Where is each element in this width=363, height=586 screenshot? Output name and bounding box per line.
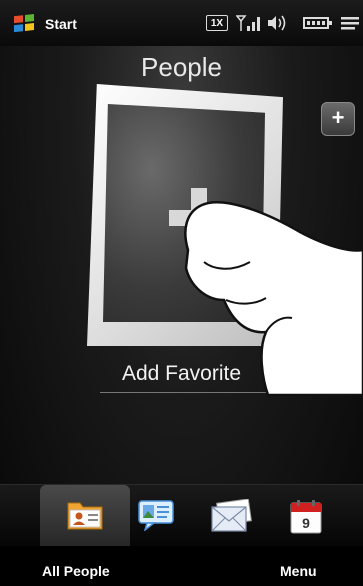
- tab-email[interactable]: [210, 499, 254, 533]
- tab-all-people[interactable]: [40, 485, 130, 547]
- label-divider: [100, 392, 270, 393]
- tab-messages[interactable]: [137, 499, 177, 531]
- battery-icon[interactable]: [303, 17, 332, 29]
- menu-lines-icon[interactable]: [340, 13, 362, 33]
- add-favorite-label[interactable]: Add Favorite: [0, 362, 363, 386]
- tab-calendar[interactable]: 9: [289, 499, 323, 535]
- network-1x-icon: 1X: [206, 15, 228, 31]
- status-bar: Start 1X: [0, 0, 363, 46]
- windows-flag-icon: [14, 14, 36, 34]
- plus-icon: [169, 188, 229, 248]
- volume-icon[interactable]: [266, 13, 288, 33]
- people-screen: Start 1X People + Add Favorite 9 All Peo…: [0, 0, 363, 586]
- card-inner: [103, 104, 265, 322]
- calendar-day-number: 9: [302, 515, 310, 531]
- add-favorite-card[interactable]: [87, 84, 283, 346]
- page-title: People: [141, 52, 222, 82]
- signal-strength-icon[interactable]: [236, 13, 262, 33]
- start-label: Start: [45, 16, 77, 32]
- tab-bar: 9: [0, 484, 363, 547]
- softkey-all-people[interactable]: All People: [42, 563, 110, 579]
- contact-card-icon: [67, 502, 103, 530]
- start-button[interactable]: Start: [14, 12, 77, 36]
- softkey-bar: All People Menu: [0, 546, 363, 586]
- softkey-menu[interactable]: Menu: [280, 563, 317, 579]
- small-add-button[interactable]: +: [321, 102, 355, 136]
